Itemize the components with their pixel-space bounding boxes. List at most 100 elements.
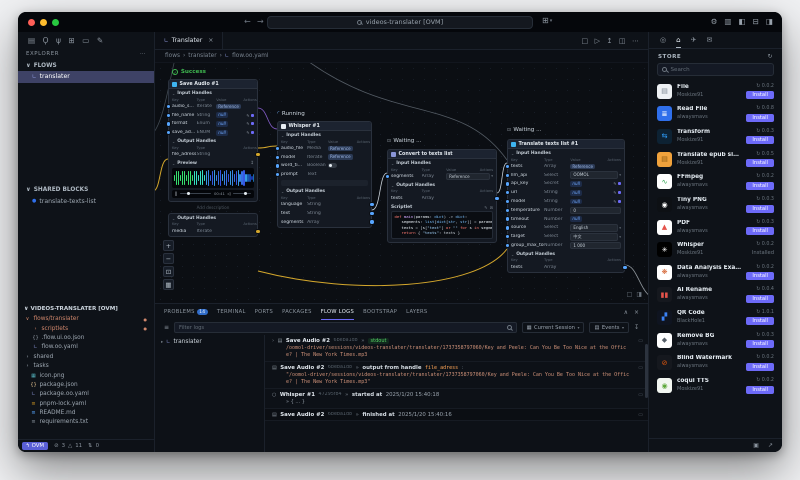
store-icon[interactable]: ⌂ (676, 32, 681, 48)
node-input-row[interactable]: llm_api Select OOMOL ▾ (505, 171, 624, 180)
node-input-row[interactable]: audio_file Media Reference (275, 144, 371, 153)
scriptlet-code[interactable]: def main(params: dict) -> dict: segments… (391, 210, 493, 239)
store-item[interactable]: ≣ Read File alwaysmavs ↻ 0.0.8 Install (657, 103, 774, 126)
copy-log-icon[interactable]: ▭ (638, 365, 643, 371)
install-button[interactable]: Install (746, 385, 774, 394)
flows-section-header[interactable]: ∨ FLOWS (18, 60, 154, 71)
panel-tab[interactable]: LAYERS (406, 304, 427, 320)
flow-node-whisper[interactable]: Whisper #1 ⌄ Input Handles Key Type Value Ac… (275, 121, 374, 228)
search-icon[interactable]: Ϙ (43, 36, 49, 45)
store-search-input[interactable]: Search (657, 63, 774, 76)
command-center[interactable]: videos-translater [OVM] (267, 15, 533, 29)
node-input-row[interactable]: prompt Text (275, 170, 371, 179)
node-output-row[interactable]: media Iterate (169, 227, 260, 236)
node-output-row[interactable]: segments Array (278, 218, 374, 227)
file-tree-item[interactable]: ∨ flows/translater ● (18, 315, 154, 324)
forward-button[interactable]: → (257, 16, 264, 28)
node-input-row[interactable]: file_name String null ✎ (166, 111, 257, 120)
store-item[interactable]: ⇆ Transform Moskize91 ↻ 0.0.3 Install (657, 125, 774, 148)
toggle-right-panel-icon[interactable]: ◨ (766, 16, 773, 28)
flow-canvas[interactable]: ✓ Success Save Audio #1 ⌄ Input Handles K… (155, 63, 648, 303)
edit-code-icon[interactable]: ✎ (484, 205, 487, 210)
file-tree-item[interactable]: ≡ README.md (18, 408, 154, 417)
install-button[interactable]: Install (746, 317, 774, 326)
zoom-in-button[interactable]: + (163, 240, 174, 251)
panel-tab[interactable]: PROBLEMS 14 (164, 304, 208, 320)
log-tree-item[interactable]: ▸ ∟ translater (161, 339, 258, 345)
store-item[interactable]: ▞ QR Code BlackHole1 ↻ 1.0.1 Install (657, 306, 774, 329)
ovm-badge[interactable]: ϟ OVM (22, 442, 49, 450)
split-columns-icon[interactable]: ▥ (724, 16, 731, 28)
store-item[interactable]: ◉ Tiny PNG alwaysmavs ↻ 0.0.3 Install (657, 193, 774, 216)
toggle-switch[interactable] (327, 163, 337, 169)
sidebar-item-shared-block[interactable]: ● translate-texts-list (18, 196, 154, 208)
flow-node-translate[interactable]: Translate texts list #1 ⌄ Input Handles K… (505, 139, 627, 273)
collapse-panel-icon[interactable]: ∧ (624, 309, 628, 316)
file-tree-item[interactable]: ∟ flow.oo.yaml (18, 343, 154, 352)
file-tree-item[interactable]: ∟ package.oo.yaml (18, 390, 154, 399)
split-editor-icon[interactable]: ◫ (619, 37, 626, 45)
blocks-icon[interactable]: ◎ (660, 32, 666, 48)
download-icon[interactable]: ↧ (250, 161, 254, 166)
volume-slider[interactable] (233, 192, 251, 196)
install-button[interactable]: Install (746, 159, 774, 168)
run-flow-icon[interactable]: ▷ (595, 37, 600, 45)
maximize-window-button[interactable] (52, 18, 59, 26)
close-icon[interactable]: × (208, 37, 213, 44)
install-button[interactable]: Install (746, 136, 774, 145)
edit-value-icon[interactable]: ✎ (613, 190, 621, 195)
node-input-row[interactable]: audio_s... Iterate Reference (166, 102, 257, 111)
store-item[interactable]: ◉ coqui TTS Moskize91 ↻ 0.0.2 Install (657, 374, 774, 397)
log-entry[interactable]: ▤ Save Audio #2 6beba1d8 » finished at 2… (265, 409, 648, 422)
edit-value-icon[interactable]: ✎ (613, 181, 621, 186)
volume-icon[interactable]: ◁ (227, 191, 230, 196)
session-select[interactable]: ▦ Current Session ▾ (521, 322, 585, 333)
edit-value-icon[interactable]: ✎ (613, 199, 621, 204)
install-button[interactable]: Install (746, 91, 774, 100)
install-button[interactable]: Install (746, 227, 774, 236)
install-button[interactable]: Install (746, 362, 774, 371)
zoom-out-button[interactable]: − (163, 253, 174, 264)
refresh-icon[interactable]: ↻ (767, 53, 773, 60)
folder-icon[interactable]: ▭ (82, 36, 89, 45)
feedback-icon[interactable]: ✉ (706, 32, 712, 48)
node-input-row[interactable]: source Select English ▾ (505, 224, 624, 233)
file-tree-item[interactable]: ≡ pnpm-lock.yaml (18, 399, 154, 408)
minimize-window-button[interactable] (40, 18, 47, 26)
file-tree-item[interactable]: {} package.json (18, 380, 154, 389)
edit-value-icon[interactable]: ✎ (246, 130, 254, 135)
export-logs-icon[interactable]: ↧ (634, 324, 639, 331)
node-output-row[interactable]: language String (278, 200, 374, 209)
breadcrumb[interactable]: flows › translater › ∟ flow.oo.yaml (155, 50, 648, 63)
files-icon[interactable]: ▤ (28, 36, 35, 45)
copy-log-icon[interactable]: ▭ (638, 392, 643, 398)
close-panel-icon[interactable]: × (634, 309, 639, 316)
store-item[interactable]: ⊘ Blind Watermark alwaysmavs ↻ 0.0.2 Inst… (657, 352, 774, 375)
store-item[interactable]: ▮▮ AI Rename alwaysmavs ↻ 0.0.4 Install (657, 284, 774, 307)
project-root[interactable]: ∨ VIDEOS-TRANSLATER [OVM] (18, 304, 154, 315)
prompt-input[interactable] (281, 180, 368, 187)
panel-tab[interactable]: BOOTSTRAP (363, 304, 397, 320)
install-button[interactable]: Install (746, 113, 774, 122)
close-window-button[interactable] (28, 18, 35, 26)
node-input-row[interactable]: temperature Number 0 (505, 206, 624, 215)
audio-player[interactable]: ‖ 00:41 ◁ (172, 189, 254, 198)
back-button[interactable]: ← (244, 16, 251, 28)
node-input-row[interactable]: group_max_tokensNumber 1 000 (505, 241, 624, 250)
install-button[interactable]: Install (746, 294, 774, 303)
file-tree-item[interactable]: › shared (18, 352, 154, 361)
install-button[interactable]: Install (746, 204, 774, 213)
filter-logs-input[interactable]: Filter logs (174, 322, 517, 333)
add-description[interactable]: Add description (168, 205, 258, 210)
store-item[interactable]: ∿ FFmpeg alwaysmavs ↻ 0.0.2 Install (657, 171, 774, 194)
node-input-row[interactable]: timeout Number null (505, 215, 624, 224)
problems-status[interactable]: ⊘ 3 △ 11 (54, 443, 82, 449)
expand-code-icon[interactable]: ⊡ (490, 205, 493, 210)
tools-icon[interactable]: ✎ (97, 36, 103, 45)
apps-menu-button[interactable]: ⊞ ▾ (542, 16, 552, 25)
fit-view-button[interactable]: ⊡ (163, 266, 174, 277)
shared-blocks-section-header[interactable]: ∨ SHARED BLOCKS (18, 185, 154, 196)
share-icon[interactable]: ↗ (768, 442, 773, 449)
node-input-row[interactable]: target Select 中文 ▾ (505, 232, 624, 241)
export-icon[interactable]: ↥ (607, 37, 613, 45)
